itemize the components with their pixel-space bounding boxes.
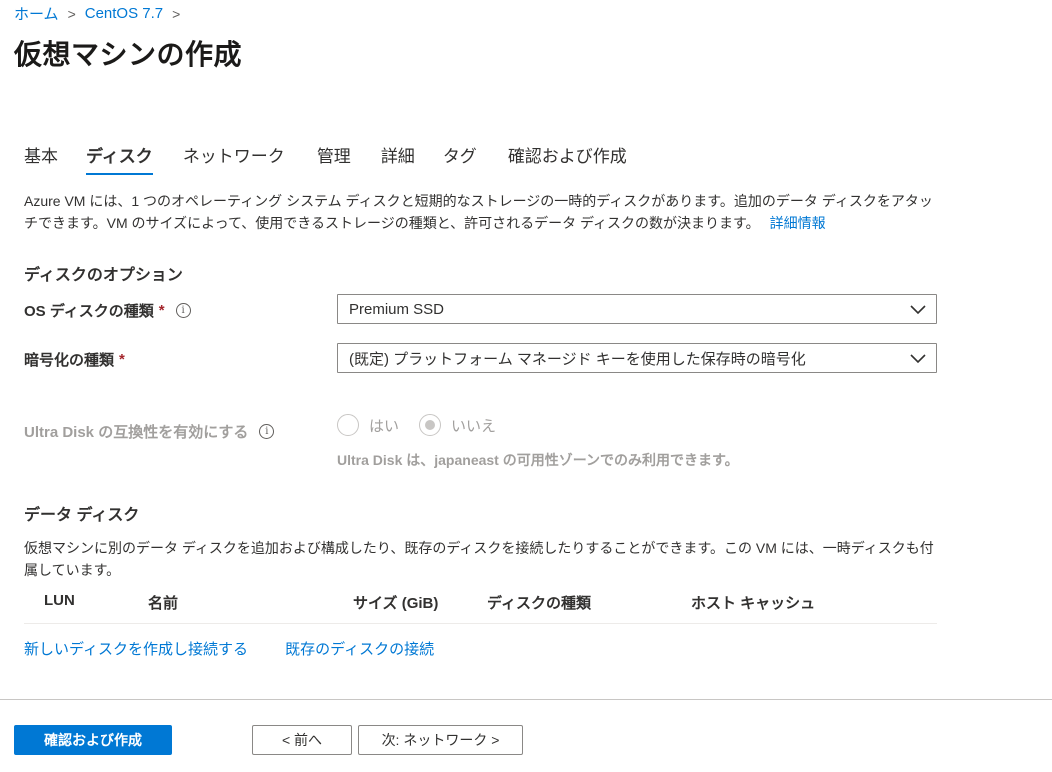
encryption-type-label-text: 暗号化の種類: [24, 352, 115, 369]
tab-advanced[interactable]: 詳細: [381, 142, 415, 173]
breadcrumb-separator: >: [172, 5, 181, 22]
radio-dot: [425, 420, 436, 430]
previous-button[interactable]: < 前へ: [252, 725, 352, 755]
os-disk-type-dropdown[interactable]: Premium SSD: [337, 294, 937, 324]
required-mark: *: [158, 302, 165, 319]
radio-label: いいえ: [451, 417, 497, 435]
radio-label: はい: [369, 417, 400, 435]
breadcrumb-home-link[interactable]: ホーム: [14, 3, 59, 24]
os-disk-type-value: Premium SSD: [349, 300, 445, 318]
ultra-disk-label-text: Ultra Disk の互換性を有効にする: [24, 424, 249, 441]
ultra-disk-availability-note: Ultra Disk は、japaneast の可用性ゾーンでのみ利用できます。: [337, 452, 739, 468]
ultra-disk-radio-group: はい いいえ: [337, 414, 516, 436]
tab-basics[interactable]: 基本: [24, 142, 58, 173]
tab-tags[interactable]: タグ: [443, 142, 477, 173]
encryption-type-value: (既定) プラットフォーム マネージド キーを使用した保存時の暗号化: [349, 350, 806, 368]
create-and-attach-disk-link[interactable]: 新しいディスクを作成し接続する: [24, 641, 248, 658]
disk-options-heading: ディスクのオプション: [24, 267, 183, 284]
tab-networking[interactable]: ネットワーク: [183, 142, 285, 173]
os-disk-type-label-text: OS ディスクの種類: [24, 303, 154, 320]
tab-disks[interactable]: ディスク: [86, 142, 153, 175]
column-header-host-cache: ホスト キャッシュ: [691, 595, 816, 612]
data-disks-heading: データ ディスク: [24, 507, 140, 524]
data-disks-description: 仮想マシンに別のデータ ディスクを追加および構成したり、既存のディスクを接続した…: [24, 540, 934, 578]
breadcrumb-centos-link[interactable]: CentOS 7.7: [85, 5, 163, 22]
column-header-name: 名前: [148, 595, 179, 612]
learn-more-link[interactable]: 詳細情報: [770, 215, 826, 231]
required-mark: *: [119, 351, 125, 368]
info-icon[interactable]: i: [259, 424, 275, 439]
chevron-down-icon: [910, 305, 926, 315]
encryption-type-label: 暗号化の種類 *: [24, 349, 125, 370]
intro-description: Azure VM には、1 つのオペレーティング システム ディスクと短期的なス…: [24, 190, 934, 234]
ultra-disk-yes-option[interactable]: はい: [337, 414, 399, 436]
tab-bar: 基本 ディスク ネットワーク 管理 詳細 タグ 確認および作成: [24, 142, 627, 175]
attach-existing-disk-link[interactable]: 既存のディスクの接続: [285, 641, 434, 658]
footer-divider: [0, 699, 1052, 700]
encryption-type-dropdown[interactable]: (既定) プラットフォーム マネージド キーを使用した保存時の暗号化: [337, 343, 937, 373]
radio-button-selected[interactable]: [419, 414, 442, 436]
breadcrumb-separator: >: [67, 5, 76, 22]
tab-management[interactable]: 管理: [317, 142, 351, 173]
column-header-lun: LUN: [44, 592, 75, 609]
column-header-disk-type: ディスクの種類: [487, 595, 591, 612]
data-disk-actions: 新しいディスクを作成し接続する 既存のディスクの接続: [24, 638, 467, 659]
breadcrumb: ホーム > CentOS 7.7 >: [14, 3, 189, 24]
radio-button[interactable]: [337, 414, 359, 436]
page-title: 仮想マシンの作成: [14, 39, 243, 70]
data-disks-table-header: LUN 名前 サイズ (GiB) ディスクの種類 ホスト キャッシュ: [24, 590, 937, 624]
os-disk-type-label: OS ディスクの種類 * i: [24, 300, 191, 321]
info-icon[interactable]: i: [175, 303, 191, 318]
ultra-disk-no-option[interactable]: いいえ: [419, 414, 496, 436]
tab-review-create[interactable]: 確認および作成: [508, 142, 627, 173]
chevron-down-icon: [910, 354, 926, 364]
review-create-button[interactable]: 確認および作成: [14, 725, 172, 755]
next-networking-button[interactable]: 次: ネットワーク >: [358, 725, 523, 755]
ultra-disk-label: Ultra Disk の互換性を有効にする i: [24, 421, 275, 442]
column-header-size: サイズ (GiB): [353, 595, 439, 612]
